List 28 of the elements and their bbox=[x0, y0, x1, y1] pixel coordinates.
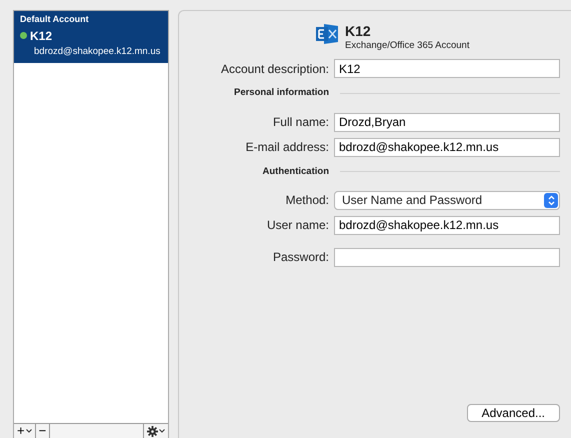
account-title: K12 bbox=[345, 23, 372, 39]
group-label: Default Account bbox=[20, 13, 90, 26]
settings-button[interactable] bbox=[143, 424, 168, 438]
section-heading: Personal information bbox=[232, 86, 330, 100]
remove-button[interactable]: − bbox=[36, 424, 50, 438]
add-button[interactable]: + bbox=[14, 424, 36, 438]
field-label: Full name: bbox=[272, 114, 330, 131]
account-type: Exchange/Office 365 Account bbox=[345, 39, 470, 53]
input-field[interactable]: bdrozd@shakopee.k12.mn.us bbox=[334, 138, 560, 156]
input-field[interactable] bbox=[334, 248, 560, 267]
stepper-icon bbox=[548, 194, 554, 206]
field-label: Account description: bbox=[220, 60, 330, 78]
input-field[interactable]: K12 bbox=[334, 59, 560, 78]
field-label: User name: bbox=[266, 217, 330, 234]
field-label: Method: bbox=[284, 192, 330, 210]
method-select[interactable]: User Name and Password bbox=[334, 190, 560, 210]
exchange-icon bbox=[315, 23, 339, 45]
field-label: Password: bbox=[272, 249, 330, 266]
account-email: bdrozd@shakopee.k12.mn.us bbox=[33, 44, 162, 58]
input-field[interactable]: Drozd,Bryan bbox=[334, 112, 560, 132]
field-label: E-mail address: bbox=[244, 139, 330, 156]
advanced-button[interactable]: Advanced... bbox=[466, 404, 560, 422]
caret-icon bbox=[159, 429, 165, 433]
account-name: K12 bbox=[30, 28, 52, 44]
input-field[interactable]: bdrozd@shakopee.k12.mn.us bbox=[334, 216, 560, 235]
section-heading: Authentication bbox=[262, 164, 330, 178]
caret-icon bbox=[26, 429, 32, 433]
account-item[interactable]: Default Account K12 bdrozd@shakopee.k12.mn.us bbox=[14, 11, 168, 63]
